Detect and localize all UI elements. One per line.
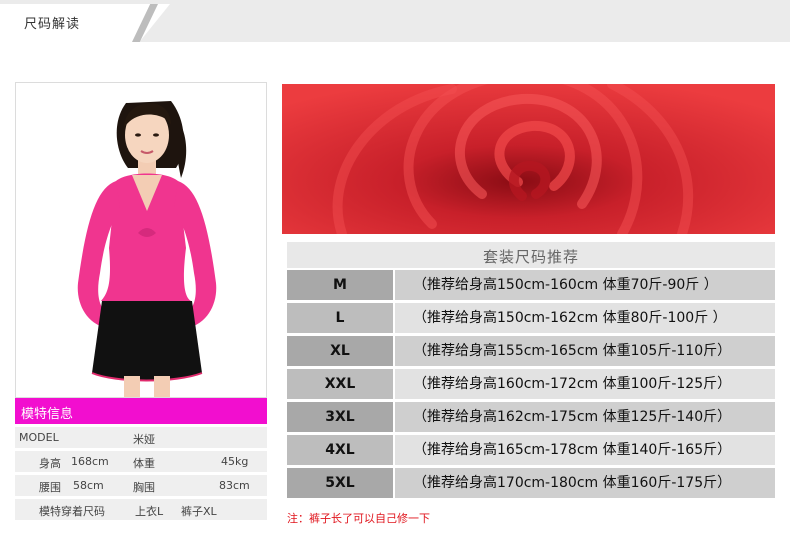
size-label: 4XL: [287, 435, 393, 465]
model-label: MODEL: [19, 431, 59, 444]
worn-top-size: 上衣L: [135, 505, 164, 518]
model-photo: [15, 82, 267, 398]
size-recommendation: （推荐给身高160cm-172cm 体重100斤-125斤）: [395, 369, 775, 399]
size-recommendation: （推荐给身高170cm-180cm 体重160斤-175斤）: [395, 468, 775, 498]
size-label: M: [287, 270, 393, 300]
size-label: 5XL: [287, 468, 393, 498]
size-chart-header: 套装尺码推荐: [287, 242, 775, 268]
size-row: 5XL （推荐给身高170cm-180cm 体重160斤-175斤）: [287, 468, 775, 498]
size-row: XL （推荐给身高155cm-165cm 体重105斤-110斤）: [287, 336, 775, 366]
size-row: XXL （推荐给身高160cm-172cm 体重100斤-125斤）: [287, 369, 775, 399]
pants-length-note: 注：裤子长了可以自己修一下: [287, 512, 430, 525]
size-label: L: [287, 303, 393, 333]
size-chart-title: 套装尺码推荐: [482, 248, 579, 266]
size-row: 3XL （推荐给身高162cm-175cm 体重125斤-140斤）: [287, 402, 775, 432]
waist-label: 腰围: [39, 481, 61, 494]
waist-value: 58cm: [73, 479, 104, 492]
bust-label: 胸围: [133, 481, 155, 494]
model-info-row: MODEL 米娅: [15, 427, 267, 448]
section-title: 尺码解读: [24, 17, 81, 32]
size-recommendation: （推荐给身高150cm-162cm 体重80斤-100斤 ）: [395, 303, 775, 333]
size-chart-table: M （推荐给身高150cm-160cm 体重70斤-90斤 ） L （推荐给身高…: [287, 270, 775, 501]
height-value: 168cm: [71, 455, 109, 468]
model-info-title: 模特信息: [21, 407, 74, 422]
size-label: XXL: [287, 369, 393, 399]
bust-value: 83cm: [219, 479, 250, 492]
model-info-row: 身高 168cm 体重 45kg: [15, 451, 267, 472]
section-header: 尺码解读: [0, 0, 790, 42]
size-row: M （推荐给身高150cm-160cm 体重70斤-90斤 ）: [287, 270, 775, 300]
worn-size-label: 模特穿着尺码: [39, 505, 105, 518]
size-recommendation: （推荐给身高155cm-165cm 体重105斤-110斤）: [395, 336, 775, 366]
model-info-header: 模特信息: [15, 398, 267, 424]
size-recommendation: （推荐给身高162cm-175cm 体重125斤-140斤）: [395, 402, 775, 432]
model-name: 米娅: [133, 433, 155, 446]
size-label: 3XL: [287, 402, 393, 432]
model-info-row: 腰围 58cm 胸围 83cm: [15, 475, 267, 496]
model-info-table: MODEL 米娅 身高 168cm 体重 45kg 腰围 58cm 胸围 83c…: [15, 427, 267, 523]
size-recommendation: （推荐给身高150cm-160cm 体重70斤-90斤 ）: [395, 270, 775, 300]
model-info-row: 模特穿着尺码 上衣L 裤子XL: [15, 499, 267, 520]
size-label: XL: [287, 336, 393, 366]
worn-pants-size: 裤子XL: [181, 505, 217, 518]
weight-label: 体重: [133, 457, 155, 470]
size-recommendation: （推荐给身高165cm-178cm 体重140斤-165斤）: [395, 435, 775, 465]
weight-value: 45kg: [221, 455, 249, 468]
fabric-photo: [282, 84, 775, 234]
size-row: L （推荐给身高150cm-162cm 体重80斤-100斤 ）: [287, 303, 775, 333]
size-row: 4XL （推荐给身高165cm-178cm 体重140斤-165斤）: [287, 435, 775, 465]
height-label: 身高: [39, 457, 61, 470]
